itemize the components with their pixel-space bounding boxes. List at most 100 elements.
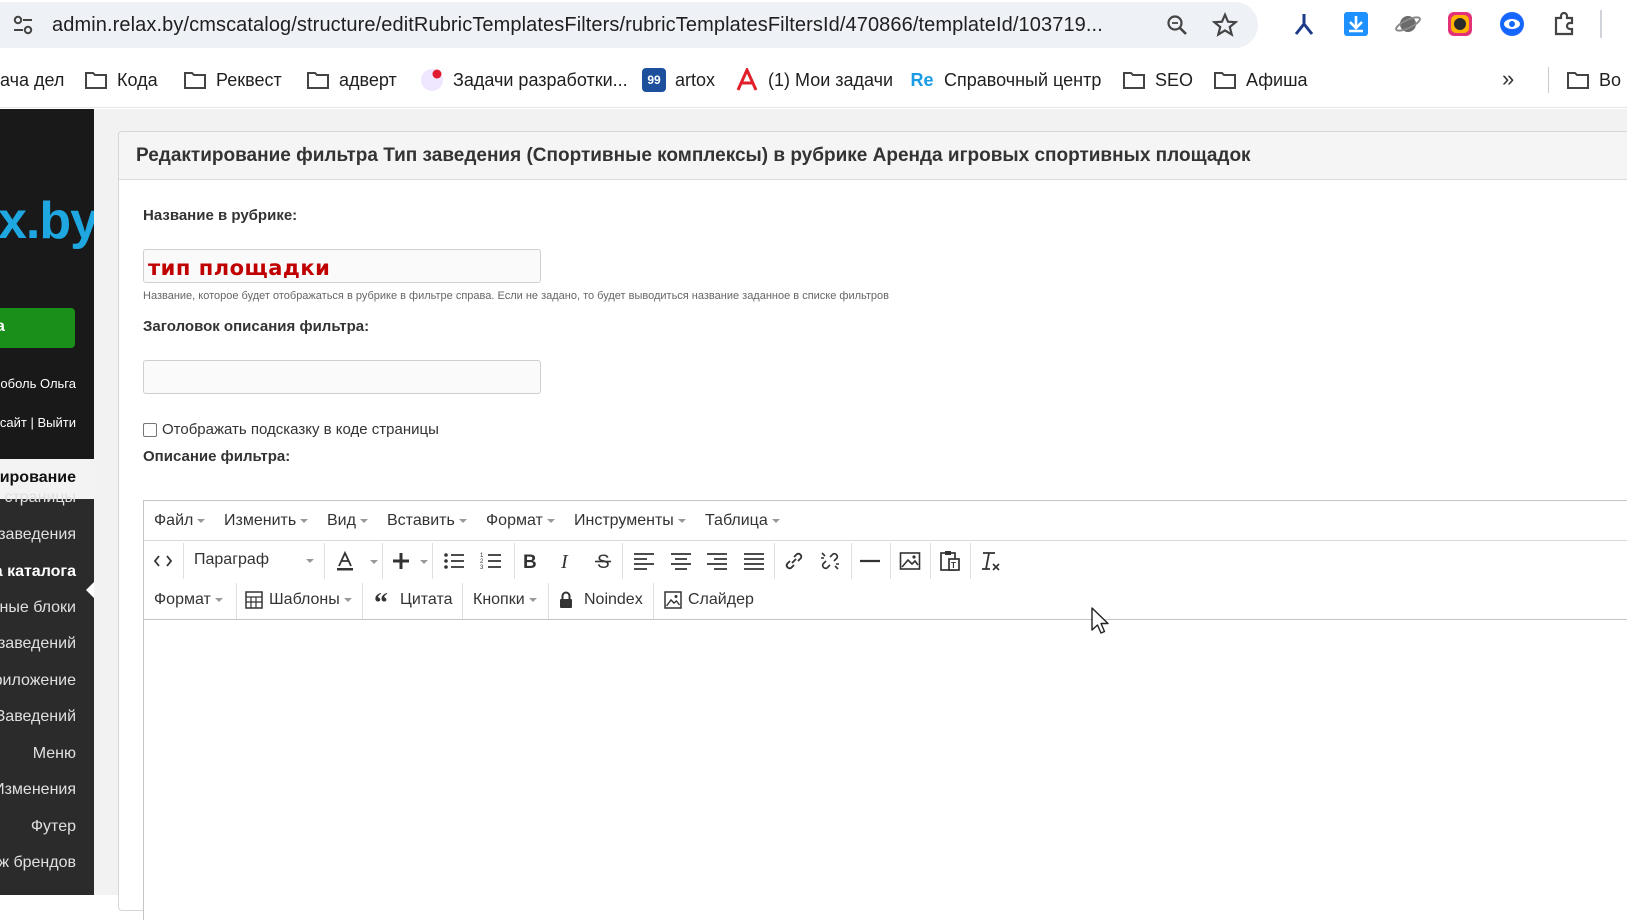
editor-content-area[interactable] xyxy=(144,621,1627,921)
strikethrough-button[interactable]: S xyxy=(590,549,616,573)
site-settings-icon[interactable] xyxy=(12,14,34,36)
chevron-down-icon xyxy=(306,559,314,563)
align-right-button[interactable] xyxy=(704,549,730,573)
sidebar-item[interactable]: Футер xyxy=(31,818,76,836)
sidebar-item[interactable]: Изменения xyxy=(0,781,76,799)
bookmark-folder[interactable]: Во xyxy=(1566,67,1627,93)
menu-format[interactable]: Формат xyxy=(486,512,555,530)
bookmark-item[interactable]: ача дел xyxy=(0,67,64,93)
bookmark-item[interactable]: Задачи разработки... xyxy=(420,67,628,93)
show-hint-label[interactable]: Отображать подсказку в коде страницы xyxy=(162,421,439,438)
user-name[interactable]: оболь Ольга xyxy=(0,376,76,391)
menu-table[interactable]: Таблица xyxy=(705,512,780,530)
numbered-list-button[interactable]: 123 xyxy=(478,549,504,573)
text-color-button[interactable] xyxy=(332,549,358,573)
page-title: Редактирование фильтра Тип заведения (Сп… xyxy=(136,145,1251,166)
url-text[interactable]: admin.relax.by/cmscatalog/structure/edit… xyxy=(52,14,1103,37)
bookmark-label: Кода xyxy=(117,69,158,90)
sidebar-item[interactable]: Меню xyxy=(33,745,76,763)
bookmark-item[interactable]: Re Справочный центр xyxy=(909,67,1101,93)
numbered-list-icon: 123 xyxy=(480,553,501,571)
chevron-down-icon xyxy=(458,518,467,523)
toolbar-separator xyxy=(548,583,549,619)
toolbar-separator xyxy=(462,583,463,619)
unlink-button[interactable] xyxy=(817,549,843,573)
buttons-dropdown[interactable]: Кнопки xyxy=(473,591,537,609)
chevron-down-icon[interactable] xyxy=(370,560,378,564)
bookmark-folder[interactable]: Афиша xyxy=(1213,67,1308,93)
menu-edit[interactable]: Изменить xyxy=(224,512,309,530)
align-center-button[interactable] xyxy=(668,549,694,573)
quote-button[interactable]: “ Цитата xyxy=(374,591,453,609)
align-left-button[interactable] xyxy=(631,549,657,573)
zoom-icon[interactable] xyxy=(1165,13,1189,37)
mouse-cursor-icon xyxy=(1091,607,1109,634)
toolbar-separator xyxy=(930,543,931,579)
download-icon[interactable] xyxy=(1342,10,1370,38)
bookmark-item[interactable]: 99 artox xyxy=(642,67,715,93)
source-code-button[interactable] xyxy=(150,549,176,573)
sidebar-item[interactable]: ные блоки xyxy=(0,599,76,617)
planet-extension-icon[interactable] xyxy=(1394,10,1422,38)
extension-branch-icon[interactable] xyxy=(1290,10,1318,38)
horizontal-rule-button[interactable] xyxy=(857,549,883,573)
noindex-button[interactable]: Noindex xyxy=(558,591,643,609)
link-icon xyxy=(785,552,803,570)
menu-insert[interactable]: Вставить xyxy=(387,512,467,530)
name-in-rubric-input[interactable]: тип площадки xyxy=(143,249,541,283)
sidebar-item[interactable]: Заведений xyxy=(0,708,76,726)
sidebar-item[interactable]: е страницы xyxy=(0,489,76,507)
sidebar-item[interactable]: заведений xyxy=(0,635,76,653)
bookmark-folder[interactable]: Реквест xyxy=(183,67,282,93)
folder-icon xyxy=(1567,72,1589,89)
logout-link[interactable]: Выйти xyxy=(38,415,77,430)
chevron-down-icon xyxy=(677,518,686,523)
clear-formatting-button[interactable] xyxy=(977,549,1003,573)
insert-link-button[interactable] xyxy=(781,549,807,573)
insert-plus-button[interactable] xyxy=(388,549,414,573)
sidebar-item[interactable]: ж брендов xyxy=(0,854,76,872)
bookmark-folder[interactable]: SEO xyxy=(1122,67,1193,93)
menu-tools[interactable]: Инструменты xyxy=(574,512,686,530)
bookmark-folder[interactable]: адверт xyxy=(306,67,397,93)
eye-extension-icon[interactable] xyxy=(1498,10,1526,38)
align-justify-button[interactable] xyxy=(741,549,767,573)
paragraph-select[interactable]: Параграф xyxy=(194,551,314,569)
sidebar-item[interactable]: риложение xyxy=(0,672,76,690)
slider-button[interactable]: Слайдер xyxy=(664,591,754,609)
color-picker-extension-icon[interactable] xyxy=(1446,10,1474,38)
site-link[interactable]: сайт xyxy=(0,415,27,430)
toolbar-separator xyxy=(653,583,654,619)
bullet-list-button[interactable] xyxy=(441,549,467,573)
templates-icon xyxy=(245,591,263,609)
green-action-button[interactable]: a xyxy=(0,308,75,348)
omnibox[interactable]: admin.relax.by/cmscatalog/structure/edit… xyxy=(0,2,1258,48)
bookmark-folder[interactable]: Кода xyxy=(84,67,158,93)
extensions-puzzle-icon[interactable] xyxy=(1550,10,1578,38)
svg-text:3: 3 xyxy=(480,565,484,571)
show-hint-checkbox[interactable] xyxy=(143,422,157,437)
italic-button[interactable]: I xyxy=(554,549,580,573)
site-logo[interactable]: x.by xyxy=(0,191,94,251)
sidebar-item[interactable]: заведения xyxy=(0,526,76,544)
browser-toolbar: admin.relax.by/cmscatalog/structure/edit… xyxy=(0,0,1627,52)
panel-header: Редактирование фильтра Тип заведения (Сп… xyxy=(119,132,1627,180)
menu-file[interactable]: Файл xyxy=(154,512,206,530)
menu-label: Инструменты xyxy=(574,512,674,529)
align-right-icon xyxy=(707,553,727,570)
show-hint-row[interactable]: Отображать подсказку в коде страницы xyxy=(143,421,439,438)
menu-view[interactable]: Вид xyxy=(327,512,368,530)
desc-title-input[interactable] xyxy=(143,360,541,394)
format-dropdown[interactable]: Формат xyxy=(154,591,223,609)
toolbar-separator xyxy=(970,543,971,579)
bookmark-label: Задачи разработки... xyxy=(453,69,628,90)
paste-text-button[interactable]: T xyxy=(937,549,963,573)
bookmark-star-icon[interactable] xyxy=(1212,12,1238,38)
more-bookmarks-chevron-icon[interactable]: » xyxy=(1502,66,1514,92)
chevron-down-icon[interactable] xyxy=(420,560,428,564)
bold-button[interactable]: B xyxy=(517,549,543,573)
sidebar-item-current[interactable]: а каталога xyxy=(0,563,76,581)
insert-image-button[interactable] xyxy=(897,549,923,573)
bookmark-item[interactable]: (1) Мои задачи xyxy=(735,67,893,93)
templates-dropdown[interactable]: Шаблоны xyxy=(245,591,352,609)
